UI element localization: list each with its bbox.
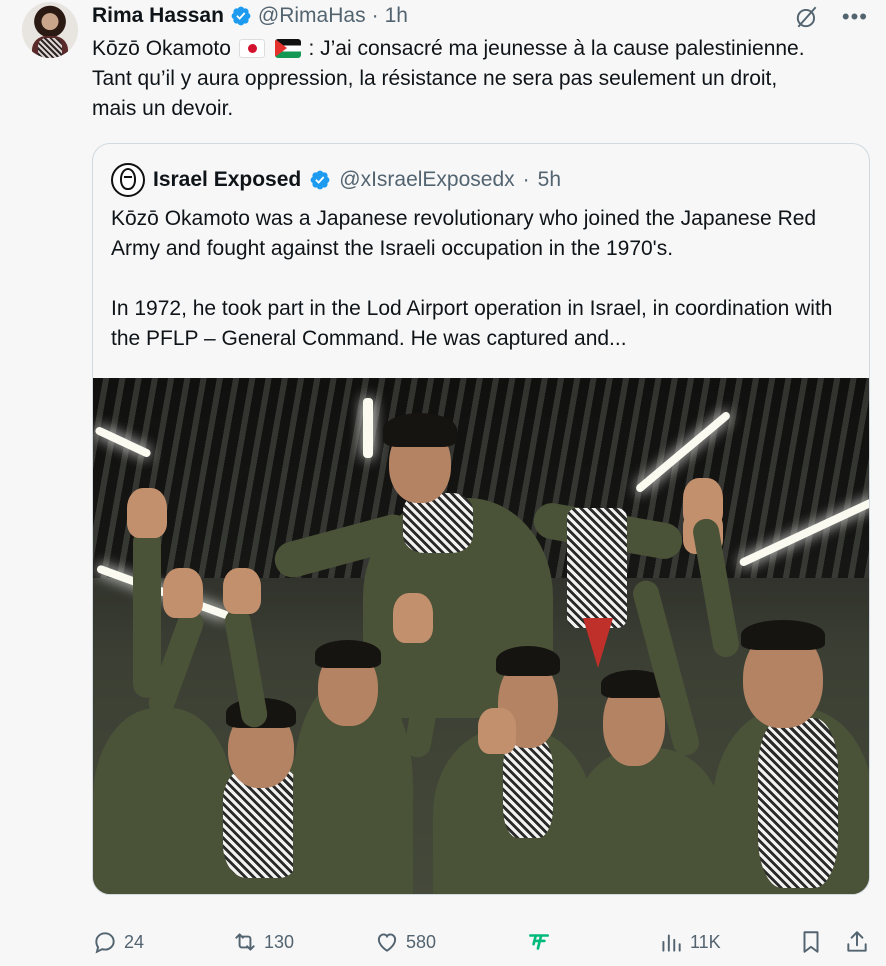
grok-analyze-icon [529,934,549,950]
palestine-flag-icon [274,39,301,58]
like-count: 580 [406,931,437,952]
tweet-text-prefix: Kōzō Okamoto [92,37,231,60]
bookmark-button[interactable] [798,924,824,960]
tweet-actions: 24 130 580 11K [92,924,872,960]
repost-icon [235,933,255,951]
quoted-author-handle[interactable]: @xIsraelExposedx [339,168,514,192]
tweet-top-actions: ••• [794,4,868,30]
more-icon[interactable]: ••• [842,6,868,28]
like-button[interactable]: 580 [374,924,436,960]
share-button[interactable] [844,924,870,960]
author-name[interactable]: Rima Hassan [92,4,224,28]
quoted-tweet-time[interactable]: 5h [538,168,561,192]
author-avatar[interactable] [22,2,78,58]
grok-icon[interactable] [794,4,820,30]
quoted-paragraph-2: In 1972, he took part in the Lod Airport… [111,297,833,350]
quoted-tweet[interactable]: Israel Exposed @xIsraelExposedx · 5h Kōz… [92,143,870,895]
tweet[interactable]: Rima Hassan @RimaHas · 1h ••• Kōzō Okamo… [0,0,886,966]
quoted-author-name[interactable]: Israel Exposed [153,168,301,192]
verified-icon [310,170,330,190]
tweet-header: Rima Hassan @RimaHas · 1h [92,2,408,30]
share-icon [847,931,867,952]
bookmark-icon [803,931,819,953]
quoted-tweet-photo[interactable] [93,378,869,894]
quoted-tweet-text: Kōzō Okamoto was a Japanese revolutionar… [111,204,856,384]
views-count: 11K [690,931,721,952]
verified-icon [231,6,251,26]
tweet-time[interactable]: 1h [385,4,408,28]
repost-count: 130 [264,931,295,952]
japan-flag-icon [238,39,265,58]
repost-button[interactable]: 130 [232,924,294,960]
grok-analyze-button[interactable] [526,924,552,960]
separator-dot: · [371,4,379,27]
tweet-text-rest: : J’ai consacré ma jeunesse à la cause p… [308,37,805,60]
author-handle[interactable]: @RimaHas [258,4,366,28]
views-icon [662,934,681,952]
separator-dot: · [522,168,530,191]
views-button[interactable]: 11K [658,924,721,960]
tweet-text-line-3: mais un devoir. [92,97,234,120]
tweet-text-line-2: Tant qu’il y aura oppression, la résista… [92,67,778,90]
tweet-text: Kōzō Okamoto : J’ai consacré ma jeunesse… [92,34,867,124]
reply-icon [95,932,115,954]
like-icon [377,933,397,952]
reply-count: 24 [124,931,145,952]
reply-button[interactable]: 24 [92,924,144,960]
quoted-tweet-header: Israel Exposed @xIsraelExposedx · 5h [111,163,561,197]
quoted-author-avatar[interactable] [111,163,145,197]
quoted-paragraph-1: Kōzō Okamoto was a Japanese revolutionar… [111,207,817,260]
